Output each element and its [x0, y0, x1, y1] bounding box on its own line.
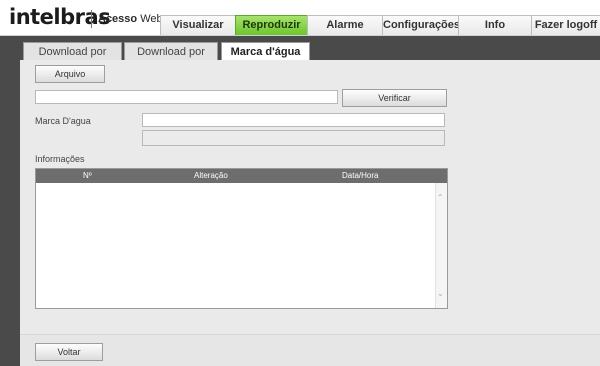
subtab-marca-dagua[interactable]: Marca d'água	[221, 42, 310, 61]
tab-visualizar[interactable]: Visualizar	[160, 15, 236, 35]
product-name: Acesso Web	[98, 13, 163, 25]
voltar-button[interactable]: Voltar	[35, 343, 103, 361]
logo-separator	[91, 10, 92, 28]
file-path-field[interactable]	[35, 90, 338, 104]
left-rail	[0, 36, 20, 366]
tab-info[interactable]: Info	[458, 15, 532, 35]
table-scrollbar[interactable]: ⌃ ⌄	[435, 183, 447, 308]
subtab-download-tempo[interactable]: Download por tempo	[124, 42, 218, 76]
informacoes-table: Nº Alteração Data/Hora ⌃ ⌄	[35, 168, 448, 309]
col-header-alteracao: Alteração	[194, 171, 228, 180]
col-header-numero: Nº	[83, 171, 92, 180]
brand-logo: intelbras	[9, 5, 111, 29]
tab-alarme[interactable]: Alarme	[307, 15, 383, 35]
tab-fazer-logoff[interactable]: Fazer logoff	[531, 15, 600, 35]
verificar-button[interactable]: Verificar	[342, 89, 447, 107]
marca-dagua-label: Marca D'agua	[35, 116, 91, 126]
tab-reproduzir[interactable]: Reproduzir	[235, 15, 308, 35]
col-header-data-hora: Data/Hora	[342, 171, 379, 180]
tab-configuracoes[interactable]: Configurações	[382, 15, 460, 35]
app-header: intelbras Acesso Web Visualizar Reproduz…	[0, 0, 600, 36]
product-name-bold: Acesso	[98, 13, 138, 25]
verification-result-field	[142, 130, 445, 146]
arquivo-button[interactable]: Arquivo	[35, 65, 105, 83]
footer-bar	[20, 335, 600, 366]
informacoes-label: Informações	[35, 154, 85, 164]
table-header: Nº Alteração Data/Hora	[36, 169, 447, 183]
subtab-download-arquivo[interactable]: Download por arquivo	[23, 42, 122, 76]
scroll-up-icon[interactable]: ⌃	[437, 193, 444, 202]
scroll-down-icon[interactable]: ⌄	[437, 289, 444, 298]
marca-dagua-input[interactable]	[142, 113, 445, 127]
